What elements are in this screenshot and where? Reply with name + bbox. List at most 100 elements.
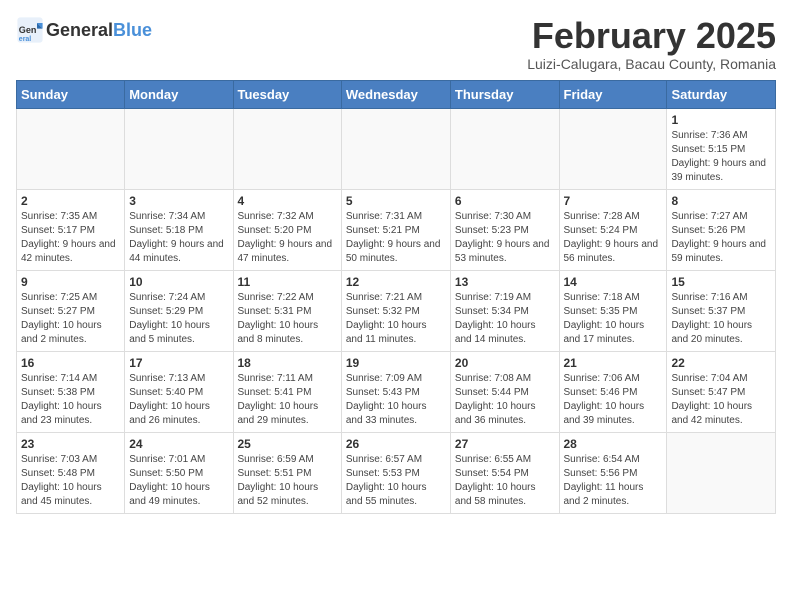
day-number: 8 [671, 194, 771, 208]
day-info: Sunrise: 6:59 AM Sunset: 5:51 PM Dayligh… [238, 453, 337, 509]
day-cell: 1 Sunrise: 7:36 AM Sunset: 5:15 PM Daylig… [667, 108, 776, 189]
day-cell [233, 108, 341, 189]
day-info: Sunrise: 7:19 AM Sunset: 5:34 PM Dayligh… [455, 291, 555, 347]
weekday-header-row: SundayMondayTuesdayWednesdayThursdayFrid… [17, 80, 776, 108]
day-number: 20 [455, 356, 555, 370]
day-cell: 9 Sunrise: 7:25 AM Sunset: 5:27 PM Daylig… [17, 270, 125, 351]
day-info: Sunrise: 6:55 AM Sunset: 5:54 PM Dayligh… [455, 453, 555, 509]
day-number: 2 [21, 194, 120, 208]
day-info: Sunrise: 7:25 AM Sunset: 5:27 PM Dayligh… [21, 291, 120, 347]
day-number: 18 [238, 356, 337, 370]
day-number: 9 [21, 275, 120, 289]
logo-text-blue: Blue [113, 20, 152, 40]
day-cell: 22 Sunrise: 7:04 AM Sunset: 5:47 PM Dayli… [667, 351, 776, 432]
day-info: Sunrise: 7:21 AM Sunset: 5:32 PM Dayligh… [346, 291, 446, 347]
day-number: 15 [671, 275, 771, 289]
day-cell: 2 Sunrise: 7:35 AM Sunset: 5:17 PM Daylig… [17, 189, 125, 270]
day-number: 26 [346, 437, 446, 451]
day-number: 19 [346, 356, 446, 370]
day-info: Sunrise: 7:11 AM Sunset: 5:41 PM Dayligh… [238, 372, 337, 428]
day-number: 23 [21, 437, 120, 451]
day-info: Sunrise: 7:01 AM Sunset: 5:50 PM Dayligh… [129, 453, 228, 509]
calendar-title: February 2025 [527, 16, 776, 56]
page-header: Gen eral GeneralBlue February 2025 Luizi… [16, 16, 776, 72]
day-cell [17, 108, 125, 189]
day-number: 24 [129, 437, 228, 451]
day-number: 7 [564, 194, 663, 208]
weekday-header-sunday: Sunday [17, 80, 125, 108]
day-cell: 3Sunrise: 7:34 AM Sunset: 5:18 PM Daylig… [125, 189, 233, 270]
day-cell: 27 Sunrise: 6:55 AM Sunset: 5:54 PM Dayli… [450, 432, 559, 513]
weekday-header-friday: Friday [559, 80, 667, 108]
day-info: Sunrise: 7:28 AM Sunset: 5:24 PM Dayligh… [564, 210, 663, 266]
day-info: Sunrise: 7:09 AM Sunset: 5:43 PM Dayligh… [346, 372, 446, 428]
day-info: Sunrise: 7:13 AM Sunset: 5:40 PM Dayligh… [129, 372, 228, 428]
day-cell: 21 Sunrise: 7:06 AM Sunset: 5:46 PM Dayli… [559, 351, 667, 432]
logo-icon: Gen eral [16, 16, 44, 44]
day-info: Sunrise: 7:34 AM Sunset: 5:18 PM Dayligh… [129, 210, 228, 266]
weekday-header-monday: Monday [125, 80, 233, 108]
day-info: Sunrise: 6:54 AM Sunset: 5:56 PM Dayligh… [564, 453, 663, 509]
day-cell: 15 Sunrise: 7:16 AM Sunset: 5:37 PM Dayli… [667, 270, 776, 351]
day-number: 13 [455, 275, 555, 289]
day-cell: 17 Sunrise: 7:13 AM Sunset: 5:40 PM Dayli… [125, 351, 233, 432]
day-info: Sunrise: 7:06 AM Sunset: 5:46 PM Dayligh… [564, 372, 663, 428]
day-number: 12 [346, 275, 446, 289]
week-row-3: 9 Sunrise: 7:25 AM Sunset: 5:27 PM Daylig… [17, 270, 776, 351]
day-cell: 19 Sunrise: 7:09 AM Sunset: 5:43 PM Dayli… [341, 351, 450, 432]
day-cell: 12 Sunrise: 7:21 AM Sunset: 5:32 PM Dayli… [341, 270, 450, 351]
day-number: 17 [129, 356, 228, 370]
day-cell: 6Sunrise: 7:30 AM Sunset: 5:23 PM Daylig… [450, 189, 559, 270]
day-info: Sunrise: 7:14 AM Sunset: 5:38 PM Dayligh… [21, 372, 120, 428]
day-cell [125, 108, 233, 189]
calendar-table: SundayMondayTuesdayWednesdayThursdayFrid… [16, 80, 776, 514]
title-block: February 2025 Luizi-Calugara, Bacau Coun… [527, 16, 776, 72]
day-info: Sunrise: 7:16 AM Sunset: 5:37 PM Dayligh… [671, 291, 771, 347]
day-number: 10 [129, 275, 228, 289]
day-number: 6 [455, 194, 555, 208]
logo-text-general: General [46, 20, 113, 40]
day-cell: 5 Sunrise: 7:31 AM Sunset: 5:21 PM Daylig… [341, 189, 450, 270]
day-cell [667, 432, 776, 513]
day-cell: 18 Sunrise: 7:11 AM Sunset: 5:41 PM Dayli… [233, 351, 341, 432]
calendar-subtitle: Luizi-Calugara, Bacau County, Romania [527, 56, 776, 72]
day-cell [559, 108, 667, 189]
week-row-2: 2 Sunrise: 7:35 AM Sunset: 5:17 PM Daylig… [17, 189, 776, 270]
weekday-header-tuesday: Tuesday [233, 80, 341, 108]
logo: Gen eral GeneralBlue [16, 16, 152, 44]
day-info: Sunrise: 7:03 AM Sunset: 5:48 PM Dayligh… [21, 453, 120, 509]
weekday-header-thursday: Thursday [450, 80, 559, 108]
day-number: 22 [671, 356, 771, 370]
day-number: 21 [564, 356, 663, 370]
day-number: 28 [564, 437, 663, 451]
svg-text:eral: eral [19, 36, 32, 43]
day-cell: 25Sunrise: 6:59 AM Sunset: 5:51 PM Dayli… [233, 432, 341, 513]
svg-text:Gen: Gen [19, 25, 37, 35]
day-cell: 28 Sunrise: 6:54 AM Sunset: 5:56 PM Dayli… [559, 432, 667, 513]
day-number: 11 [238, 275, 337, 289]
day-number: 16 [21, 356, 120, 370]
day-info: Sunrise: 7:24 AM Sunset: 5:29 PM Dayligh… [129, 291, 228, 347]
day-info: Sunrise: 6:57 AM Sunset: 5:53 PM Dayligh… [346, 453, 446, 509]
day-cell: 24 Sunrise: 7:01 AM Sunset: 5:50 PM Dayli… [125, 432, 233, 513]
day-number: 5 [346, 194, 446, 208]
day-cell: 23 Sunrise: 7:03 AM Sunset: 5:48 PM Dayli… [17, 432, 125, 513]
week-row-4: 16 Sunrise: 7:14 AM Sunset: 5:38 PM Dayli… [17, 351, 776, 432]
day-cell: 20 Sunrise: 7:08 AM Sunset: 5:44 PM Dayli… [450, 351, 559, 432]
day-cell: 11Sunrise: 7:22 AM Sunset: 5:31 PM Dayli… [233, 270, 341, 351]
day-cell: 26 Sunrise: 6:57 AM Sunset: 5:53 PM Dayli… [341, 432, 450, 513]
day-info: Sunrise: 7:18 AM Sunset: 5:35 PM Dayligh… [564, 291, 663, 347]
weekday-header-wednesday: Wednesday [341, 80, 450, 108]
day-cell: 10 Sunrise: 7:24 AM Sunset: 5:29 PM Dayli… [125, 270, 233, 351]
day-number: 14 [564, 275, 663, 289]
day-info: Sunrise: 7:04 AM Sunset: 5:47 PM Dayligh… [671, 372, 771, 428]
day-number: 27 [455, 437, 555, 451]
day-info: Sunrise: 7:36 AM Sunset: 5:15 PM Dayligh… [671, 129, 771, 185]
day-cell: 16 Sunrise: 7:14 AM Sunset: 5:38 PM Dayli… [17, 351, 125, 432]
day-info: Sunrise: 7:35 AM Sunset: 5:17 PM Dayligh… [21, 210, 120, 266]
day-info: Sunrise: 7:31 AM Sunset: 5:21 PM Dayligh… [346, 210, 446, 266]
day-cell [341, 108, 450, 189]
day-info: Sunrise: 7:08 AM Sunset: 5:44 PM Dayligh… [455, 372, 555, 428]
day-number: 1 [671, 113, 771, 127]
day-info: Sunrise: 7:27 AM Sunset: 5:26 PM Dayligh… [671, 210, 771, 266]
